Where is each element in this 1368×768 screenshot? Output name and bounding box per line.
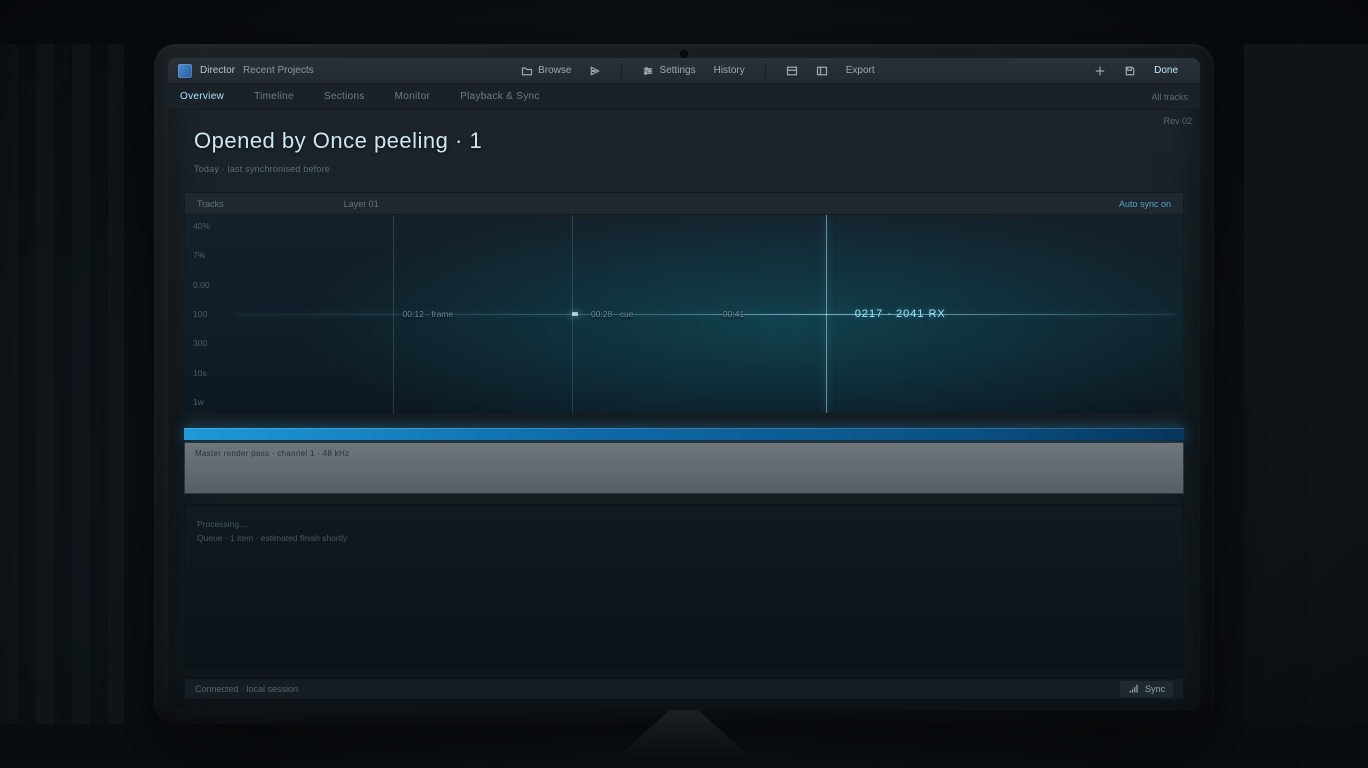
plus-icon bbox=[1094, 65, 1106, 77]
toolbar-group-2: Settings History bbox=[630, 62, 756, 80]
browse-label: Browse bbox=[538, 65, 571, 76]
toolbar-separator bbox=[621, 63, 622, 79]
browse-button[interactable]: Browse bbox=[515, 62, 577, 80]
export-button[interactable]: Export bbox=[840, 62, 881, 80]
y-tick: 0.00 bbox=[185, 280, 233, 290]
timeline-strip: Master render pass · channel 1 · 48 kHz bbox=[184, 428, 1184, 494]
y-axis: 40% 7% 0.00 100 300 10s 1w bbox=[185, 215, 233, 413]
room-backdrop-right bbox=[1244, 44, 1368, 724]
playhead-cursor[interactable] bbox=[826, 215, 827, 413]
monitor-stand bbox=[614, 710, 754, 760]
plot-area[interactable]: 00:12 · frame 00:28 · cue 00:41 0217 · 2… bbox=[233, 221, 1175, 407]
toolbar-group-1: Browse bbox=[509, 62, 613, 80]
time-gridline bbox=[393, 215, 394, 413]
layout-icon bbox=[786, 65, 798, 77]
export-label: Export bbox=[846, 65, 875, 76]
waveform-chart[interactable]: 40% 7% 0.00 100 300 10s 1w 00:12 · frame… bbox=[184, 214, 1184, 414]
cursor-readout: 0217 · 2041 RX bbox=[855, 308, 946, 320]
app-name: Director bbox=[200, 65, 235, 76]
monitor-frame: Director Recent Projects Browse Settings bbox=[154, 44, 1214, 724]
done-label: Done bbox=[1154, 65, 1178, 76]
track-lane[interactable]: Master render pass · channel 1 · 48 kHz bbox=[184, 442, 1184, 494]
y-tick: 40% bbox=[185, 221, 233, 231]
tab-timeline[interactable]: Timeline bbox=[254, 91, 294, 102]
signal-icon bbox=[1128, 683, 1140, 695]
folder-icon bbox=[521, 65, 533, 77]
breadcrumb[interactable]: Recent Projects bbox=[243, 65, 314, 76]
y-tick: 10s bbox=[185, 368, 233, 378]
sliders-icon bbox=[642, 65, 654, 77]
page-header: Opened by Once peeling · 1 Today · last … bbox=[168, 110, 1200, 182]
status-bar: Connected · local session Sync bbox=[184, 678, 1184, 700]
panel-left-label: Tracks bbox=[197, 199, 224, 209]
layout-button-b[interactable] bbox=[810, 62, 834, 80]
tab-monitor[interactable]: Monitor bbox=[395, 91, 430, 102]
signal-line bbox=[233, 314, 1175, 315]
save-button[interactable] bbox=[1118, 62, 1142, 80]
y-tick: 7% bbox=[185, 250, 233, 260]
marker-glint-icon bbox=[572, 312, 578, 316]
panel-icon bbox=[816, 65, 828, 77]
sync-status-label: Sync bbox=[1145, 684, 1165, 694]
time-mark-label: 00:12 · frame bbox=[403, 309, 454, 319]
revision-badge: Rev 02 bbox=[1163, 116, 1192, 126]
time-mark-label: 00:41 bbox=[723, 309, 744, 319]
room-backdrop-left bbox=[0, 44, 124, 724]
history-button[interactable]: History bbox=[708, 62, 751, 80]
titlebar: Director Recent Projects Browse Settings bbox=[168, 58, 1200, 84]
tab-sections[interactable]: Sections bbox=[324, 91, 365, 102]
toolbar-group-right: Done bbox=[1082, 62, 1190, 80]
save-icon bbox=[1124, 65, 1136, 77]
panel-mid-label[interactable]: Layer 01 bbox=[264, 199, 1079, 209]
done-button[interactable]: Done bbox=[1148, 62, 1184, 80]
app-window: Director Recent Projects Browse Settings bbox=[168, 58, 1200, 710]
toolbar-group-3: Export bbox=[774, 62, 887, 80]
share-button[interactable] bbox=[583, 62, 607, 80]
settings-button[interactable]: Settings bbox=[636, 62, 701, 80]
y-tick: 1w bbox=[185, 397, 233, 407]
subnav: Overview Timeline Sections Monitor Playb… bbox=[168, 84, 1200, 110]
share-icon bbox=[589, 65, 601, 77]
tab-overview[interactable]: Overview bbox=[180, 91, 224, 102]
panel-right-label[interactable]: Auto sync on bbox=[1119, 199, 1171, 209]
app-icon bbox=[178, 64, 192, 78]
page-subtitle: Today · last synchronised before bbox=[194, 164, 1180, 174]
log-line: Processing… bbox=[197, 519, 1171, 529]
sync-status-pill[interactable]: Sync bbox=[1120, 681, 1173, 697]
progress-bar[interactable] bbox=[184, 428, 1184, 440]
add-button[interactable] bbox=[1088, 62, 1112, 80]
log-line: Queue · 1 item · estimated finish shortl… bbox=[197, 533, 1171, 543]
chart-panel-header: Tracks Layer 01 Auto sync on bbox=[184, 192, 1184, 214]
layout-button-a[interactable] bbox=[780, 62, 804, 80]
y-tick: 300 bbox=[185, 338, 233, 348]
page-title: Opened by Once peeling · 1 bbox=[194, 128, 1180, 154]
tab-playback[interactable]: Playback & Sync bbox=[460, 91, 540, 102]
time-mark-label: 00:28 · cue bbox=[591, 309, 634, 319]
subnav-right-label[interactable]: All tracks bbox=[1151, 92, 1188, 102]
y-tick: 100 bbox=[185, 309, 233, 319]
status-text: Connected · local session bbox=[195, 684, 298, 694]
toolbar-separator bbox=[765, 63, 766, 79]
log-panel: Processing… Queue · 1 item · estimated f… bbox=[184, 504, 1184, 670]
history-label: History bbox=[714, 65, 745, 76]
track-lane-label: Master render pass · channel 1 · 48 kHz bbox=[195, 449, 349, 458]
settings-label: Settings bbox=[659, 65, 695, 76]
